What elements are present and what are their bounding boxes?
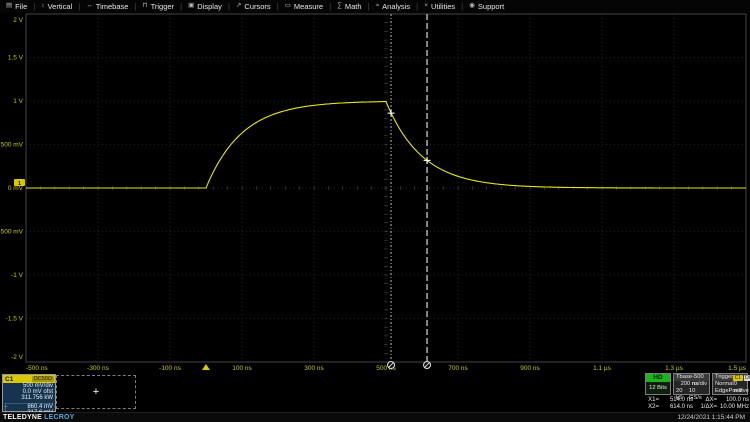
y-axis-tick-label: -1 V <box>11 272 24 279</box>
vertical-icon: ↕ <box>41 3 44 10</box>
add-trace-plus-icon: + <box>93 387 99 398</box>
timebase-descriptor[interactable]: Tbase -500 ns 200 ns/div 20 kS 10 GS/s <box>673 373 710 395</box>
timebase-per-div: 200 ns/div <box>681 381 707 388</box>
trigger-icon: ⊓ <box>143 3 148 10</box>
trigger-time-marker[interactable] <box>202 364 210 370</box>
waveform-plot[interactable]: 2 V 1.5 V 1 V 500 mV 0 mV -500 mV -1 V -1.5 V -2… <box>0 13 750 372</box>
channel-c1-extra: 311.756 kW <box>3 395 55 401</box>
menu-item-label: Math <box>345 2 362 11</box>
x-axis-tick-label: -100 ns <box>159 365 181 372</box>
x2-value: 614.0 ns <box>659 404 693 411</box>
menu-item-label: Measure <box>294 2 323 11</box>
inv-dx-label: 1/ΔX= <box>693 404 717 411</box>
menu-item-label: Analysis <box>382 2 410 11</box>
measure-icon: ▭ <box>285 3 291 10</box>
descriptor-panel: C1 DC50Ω 500 mV/div 0.0 mV ofst 311.756 … <box>0 372 750 412</box>
menu-bar: ▤File|↕Vertical|↔Timebase|⊓Trigger|▣Disp… <box>0 0 750 13</box>
menu-item-utilities[interactable]: ×Utilities <box>418 0 461 13</box>
channel-c1-label: C1 <box>3 376 15 383</box>
x-axis-tick-label: 900 ns <box>520 365 540 372</box>
menu-item-label: File <box>15 2 27 11</box>
menu-item-analysis[interactable]: ≈Analysis <box>370 0 417 13</box>
menu-item-trigger[interactable]: ⊓Trigger <box>137 0 181 13</box>
timebase-icon: ↔ <box>86 3 93 10</box>
x-axis-tick-label: 1.5 µs <box>728 365 747 372</box>
y-axis-tick-label: 1 V <box>13 98 23 105</box>
channel-c1-header[interactable]: C1 DC50Ω <box>3 375 55 383</box>
add-trace-dropzone[interactable]: + <box>56 375 136 409</box>
trigger-source-badge: C1 <box>733 375 742 381</box>
x1-value: 514.0 ns <box>659 397 693 404</box>
file-icon: ▤ <box>6 3 12 10</box>
menu-item-display[interactable]: ▣Display <box>182 0 228 13</box>
x-axis-tick-label: 1.1 µs <box>593 365 612 372</box>
timebase-title: Tbase <box>676 374 692 381</box>
x-axis-tick-label: -500 ns <box>26 365 48 372</box>
hd-label: HD <box>646 374 670 382</box>
hd-bits: 12 Bits <box>646 382 670 394</box>
y-axis-tick-label: -500 mV <box>0 229 24 236</box>
trigger-title: Trigger <box>715 374 733 381</box>
cursors-icon: ↗ <box>236 3 241 10</box>
x-axis-tick-label: 700 ns <box>448 365 468 372</box>
timebase-samples: 20 kS <box>676 388 689 395</box>
oscilloscope-app: ▤File|↕Vertical|↔Timebase|⊓Trigger|▣Disp… <box>0 0 750 422</box>
y-axis-tick-label: 500 mV <box>1 142 24 149</box>
trigger-type: Edge <box>715 388 729 395</box>
menu-item-cursors[interactable]: ↗Cursors <box>230 0 277 13</box>
channel-c1-zero-marker-label: 1 <box>18 181 21 187</box>
x-axis-tick-label: 300 ns <box>304 365 324 372</box>
menu-item-label: Trigger <box>151 2 174 11</box>
trigger-coupling-badge: DC <box>744 375 750 381</box>
inv-dx-value: 10.00 MHz <box>717 404 749 411</box>
timebase-delay: -500 ns <box>692 374 707 381</box>
menu-item-file[interactable]: ▤File <box>0 0 33 13</box>
y-axis-tick-label: -1.5 V <box>6 316 24 323</box>
y-axis-tick-label: 1.5 V <box>8 55 24 62</box>
menu-item-label: Cursors <box>244 2 270 11</box>
analysis-icon: ≈ <box>376 3 380 10</box>
y-axis-tick-label: 2 V <box>13 17 23 24</box>
trigger-slope: Positive <box>729 388 749 395</box>
utilities-icon: × <box>424 3 428 10</box>
hd-mode-box[interactable]: HD 12 Bits <box>645 373 671 395</box>
x2-label: X2= <box>643 404 659 411</box>
menu-item-measure[interactable]: ▭Measure <box>279 0 329 13</box>
y-axis-tick-label: -2 V <box>11 354 24 361</box>
menu-item-vertical[interactable]: ↕ Vertical <box>35 0 78 13</box>
channel-c1-coupling-badge: DC50Ω <box>32 376 54 382</box>
trigger-mode: Normal <box>715 381 734 388</box>
timebase-rate: 10 GS/s <box>689 388 707 395</box>
x-axis-tick-label: 100 ns <box>232 365 252 372</box>
trigger-level: 0 mV <box>734 381 745 388</box>
x-axis-tick-label: -300 ns <box>87 365 109 372</box>
math-icon: ∑ <box>337 3 342 10</box>
menu-item-math[interactable]: ∑Math <box>331 0 367 13</box>
y-axis-tick-label: 0 mV <box>8 185 24 192</box>
dx-label: ΔX= <box>693 397 717 404</box>
x-axis-tick-label: 1.3 µs <box>665 365 684 372</box>
menu-item-label: Support <box>478 2 504 11</box>
trigger-descriptor[interactable]: Trigger C1 DC Normal 0 mV Edge Positive <box>712 373 748 395</box>
teledyne-lecroy-logo: TELEDYNE LECROY <box>0 414 74 421</box>
clock: 12/24/2021 1:15:44 PM <box>677 414 750 421</box>
menu-item-label: Timebase <box>96 2 129 11</box>
x1-label: X1= <box>643 397 659 404</box>
channel-c1-descriptor[interactable]: C1 DC50Ω 500 mV/div 0.0 mV ofst 311.756 … <box>2 374 56 412</box>
menu-item-timebase[interactable]: ↔Timebase <box>80 0 134 13</box>
menu-item-label: Display <box>197 2 222 11</box>
menu-item-support[interactable]: ◉Support <box>463 0 510 13</box>
menu-item-label: Utilities <box>431 2 455 11</box>
cursor-readout: X1= 514.0 ns ΔX= 100.0 ns X2= 614.0 ns 1… <box>643 397 749 411</box>
status-bar: TELEDYNE LECROY 12/24/2021 1:15:44 PM <box>0 412 750 422</box>
menu-item-label: Vertical <box>48 2 73 11</box>
dx-value: 100.0 ns <box>717 397 749 404</box>
support-icon: ◉ <box>469 3 475 10</box>
display-icon: ▣ <box>188 3 194 10</box>
